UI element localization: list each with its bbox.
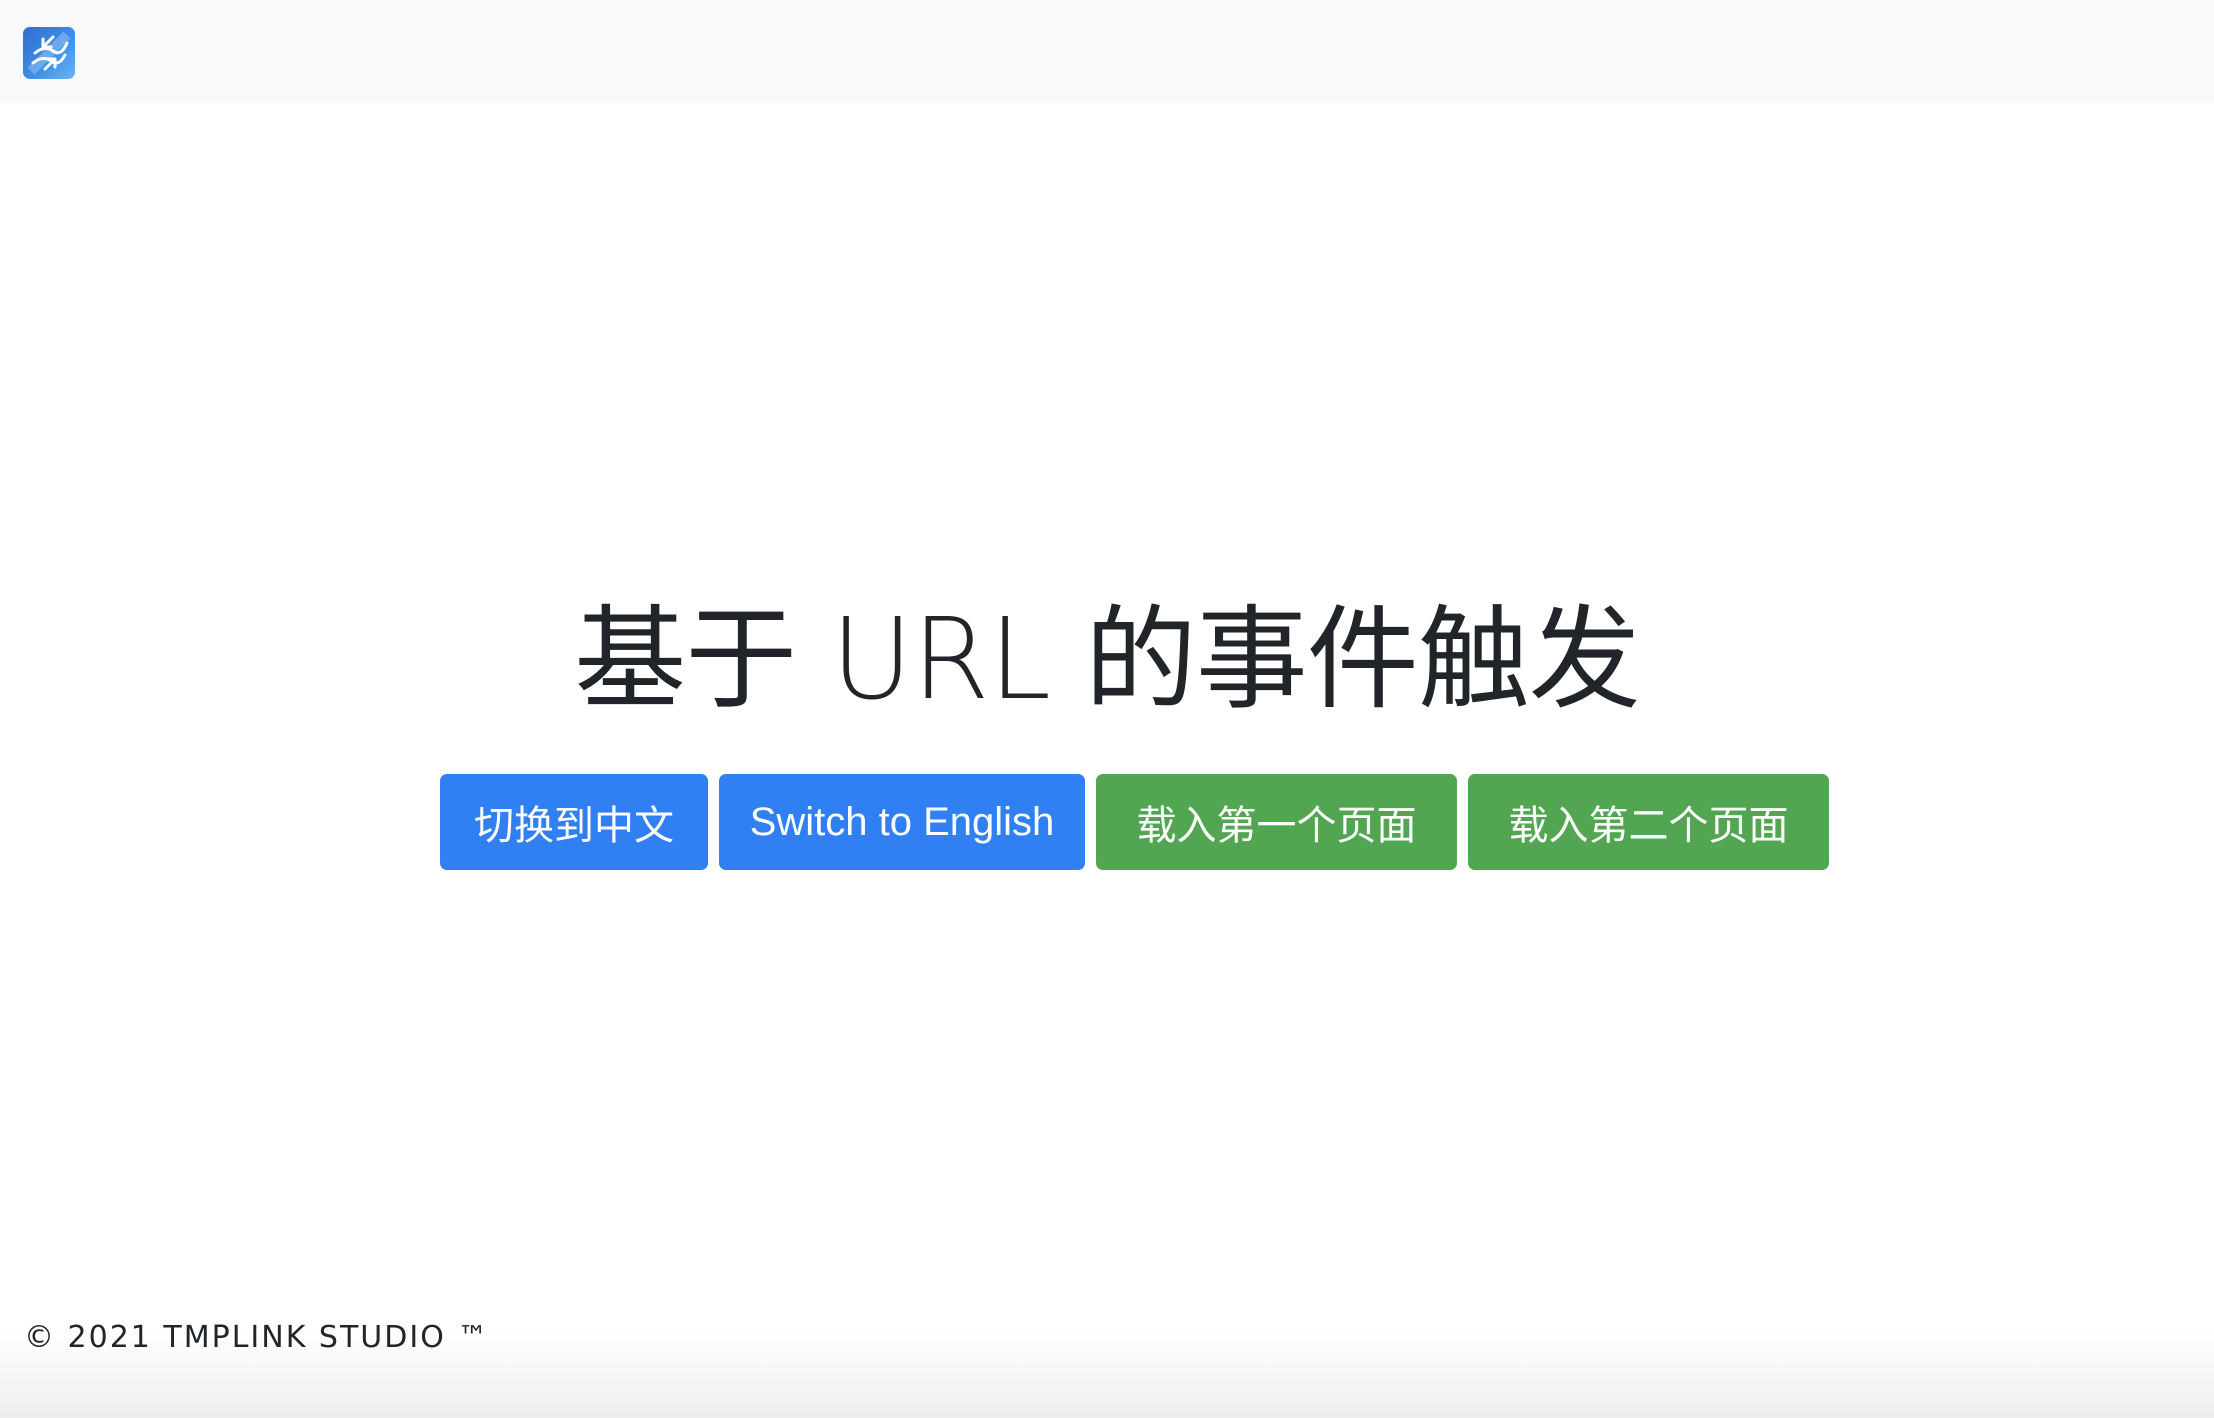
page-title: 基于 URL 的事件触发 [574,595,1640,725]
hero-section: 基于 URL 的事件触发 [0,585,2214,735]
footer-copyright: © 2021 TMPLINK STUDIO ™ [24,1320,490,1355]
switch-to-english-button[interactable]: Switch to English [719,774,1085,870]
tmplink-logo-icon[interactable] [23,27,75,79]
action-button-group: 切换到中文 Switch to English 载入第一个页面 载入第二个页面 [440,774,1829,870]
load-first-page-button[interactable]: 载入第一个页面 [1096,774,1457,870]
switch-to-chinese-button[interactable]: 切换到中文 [440,774,708,870]
top-navbar [0,0,2214,103]
load-second-page-button[interactable]: 载入第二个页面 [1468,774,1829,870]
